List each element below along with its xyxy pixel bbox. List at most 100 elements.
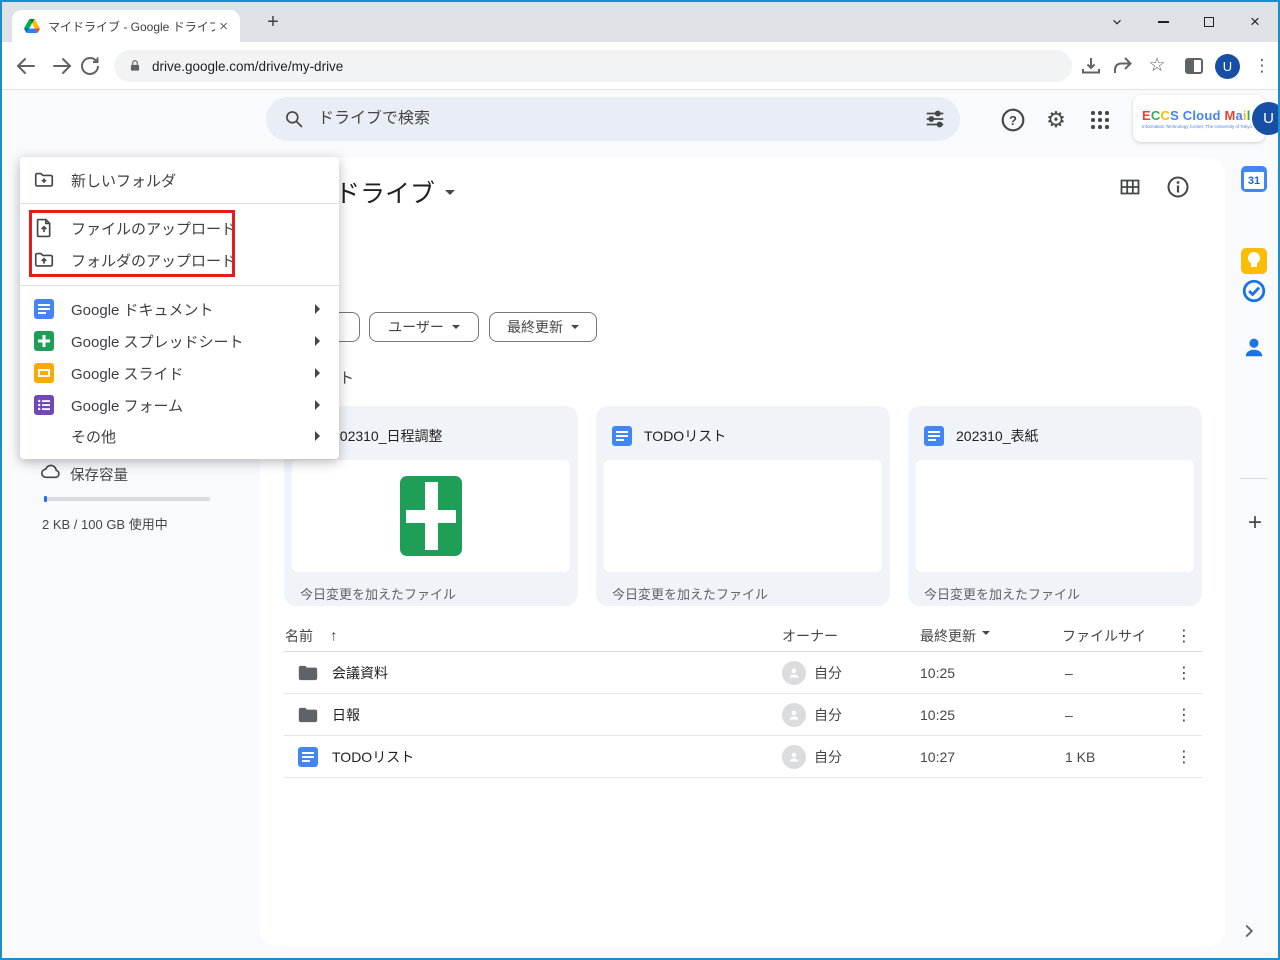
tasks-icon[interactable] [1241, 278, 1267, 304]
search-input[interactable] [318, 110, 924, 128]
menu-item-file-upload[interactable]: ファイルのアップロード [20, 212, 339, 244]
search-options-tune-icon[interactable] [924, 108, 946, 130]
folder-upload-icon [34, 252, 54, 267]
menu-divider [20, 285, 339, 286]
column-options-icon[interactable]: ⋮ [1176, 626, 1192, 646]
forms-icon [34, 395, 54, 415]
eccs-logo-text: ECCS Cloud Mail [1142, 108, 1251, 123]
calendar-icon[interactable]: 31 [1241, 166, 1267, 192]
window-close-button[interactable]: × [1232, 2, 1278, 42]
row-options-icon[interactable]: ⋮ [1176, 663, 1192, 683]
file-modified: 10:27 [920, 748, 956, 765]
new-menu-dropdown: 新しいフォルダ ファイルのアップロード フォルダのアップロード Google ド… [20, 157, 339, 459]
download-icon[interactable] [1079, 54, 1103, 78]
bookmark-star-icon[interactable]: ☆ [1145, 54, 1169, 78]
file-row[interactable]: TODOリスト 自分 10:27 1 KB ⋮ [284, 736, 1202, 778]
google-apps-grid-icon[interactable] [1087, 107, 1113, 133]
tab-title: マイドライブ - Google ドライブ [48, 19, 216, 34]
card-preview [916, 460, 1194, 572]
eccs-subtitle: Information Technology Center, The Unive… [1142, 124, 1253, 129]
storage-usage-text: 2 KB / 100 GB 使用中 [42, 517, 168, 532]
show-side-panel-chevron-icon[interactable] [1238, 920, 1260, 942]
maximize-button[interactable] [1186, 2, 1232, 42]
file-name: 日報 [332, 706, 360, 723]
forward-icon[interactable] [50, 54, 74, 78]
menu-item-google-docs[interactable]: Google ドキュメント [20, 293, 339, 325]
lock-icon [130, 60, 140, 71]
slides-icon [34, 363, 54, 383]
column-name[interactable]: 名前 [285, 626, 313, 646]
docs-icon [298, 746, 318, 767]
url-text: drive.google.com/drive/my-drive [152, 58, 344, 74]
row-options-icon[interactable]: ⋮ [1176, 747, 1192, 767]
file-modified: 10:25 [920, 706, 956, 723]
grid-view-icon[interactable] [1118, 175, 1142, 199]
sort-ascending-icon[interactable]: ↑ [330, 627, 338, 644]
keep-icon[interactable] [1241, 248, 1267, 274]
file-row[interactable]: 日報 自分 10:25 – ⋮ [284, 694, 1202, 736]
card-caption: 今日変更を加えたファイル [612, 587, 769, 602]
file-size: – [1065, 706, 1073, 723]
file-row[interactable]: 会議資料 自分 10:25 – ⋮ [284, 652, 1202, 694]
menu-item-folder-upload[interactable]: フォルダのアップロード [20, 244, 339, 276]
row-options-icon[interactable]: ⋮ [1176, 705, 1192, 725]
column-modified[interactable]: 最終更新 [920, 626, 990, 646]
docs-icon [924, 426, 944, 446]
side-panel-icon[interactable] [1182, 54, 1206, 78]
url-bar[interactable]: drive.google.com/drive/my-drive [114, 50, 1072, 82]
help-icon[interactable]: ? [1000, 107, 1026, 133]
new-tab-button[interactable]: + [260, 9, 286, 35]
sheets-icon [34, 331, 54, 351]
file-owner: 自分 [814, 664, 842, 681]
file-size: – [1065, 664, 1073, 681]
filter-chip-user[interactable]: ユーザー [369, 312, 479, 342]
menu-item-google-slides[interactable]: Google スライド [20, 357, 339, 389]
owner-avatar [782, 744, 806, 769]
rail-divider [1240, 478, 1268, 479]
file-name: TODOリスト [332, 748, 415, 765]
drive-search-bar[interactable] [266, 97, 960, 141]
browser-menu-icon[interactable]: ⋮ [1250, 54, 1274, 78]
file-owner: 自分 [814, 748, 842, 765]
back-icon[interactable] [14, 54, 38, 78]
account-avatar[interactable]: U [1252, 102, 1278, 135]
card-title: 202310_表紙 [956, 428, 1039, 444]
folder-icon [298, 665, 318, 680]
cloud-storage-icon [41, 464, 60, 479]
card-title: TODOリスト [644, 428, 727, 444]
suggestion-card[interactable]: TODOリスト 今日変更を加えたファイル [596, 406, 890, 606]
filter-chip-modified[interactable]: 最終更新 [489, 312, 597, 342]
sheets-logo [400, 476, 462, 556]
column-owner[interactable]: オーナー [782, 626, 838, 646]
column-size[interactable]: ファイルサイ [1062, 626, 1146, 646]
browser-window: マイドライブ - Google ドライブ × + × drive.google.… [0, 0, 1280, 960]
chevron-down-icon [571, 325, 579, 333]
docs-icon [34, 299, 54, 319]
docs-icon [612, 426, 632, 446]
info-icon[interactable] [1166, 175, 1190, 199]
folder-icon [298, 707, 318, 722]
card-title: 202310_日程調整 [332, 428, 443, 444]
suggestion-card[interactable]: 202310_表紙 今日変更を加えたファイル [908, 406, 1202, 606]
minimize-button[interactable] [1140, 2, 1186, 42]
owner-avatar [782, 660, 806, 685]
settings-gear-icon[interactable]: ⚙ [1043, 107, 1069, 133]
menu-item-google-forms[interactable]: Google フォーム [20, 389, 339, 421]
tab-search-chevron-icon[interactable] [1094, 2, 1140, 42]
menu-item-google-sheets[interactable]: Google スプレッドシート [20, 325, 339, 357]
reload-icon[interactable] [78, 54, 102, 78]
card-preview [604, 460, 882, 572]
storage-label[interactable]: 保存容量 [70, 464, 128, 485]
tab-close-icon[interactable]: × [215, 18, 232, 35]
file-size: 1 KB [1065, 748, 1096, 765]
menu-item-new-folder[interactable]: 新しいフォルダ [20, 164, 339, 196]
submenu-arrow-icon [315, 400, 325, 410]
share-icon[interactable] [1111, 54, 1135, 78]
menu-item-more[interactable]: その他 [20, 420, 339, 452]
browser-profile-avatar[interactable]: U [1215, 54, 1240, 79]
browser-tab[interactable]: マイドライブ - Google ドライブ × [12, 10, 240, 42]
contacts-icon[interactable] [1241, 334, 1267, 360]
eccs-account-badge[interactable]: ECCS Cloud Mail Information Technology C… [1133, 95, 1278, 142]
submenu-arrow-icon [315, 304, 325, 314]
get-add-ons-plus-icon[interactable]: + [1242, 509, 1268, 536]
